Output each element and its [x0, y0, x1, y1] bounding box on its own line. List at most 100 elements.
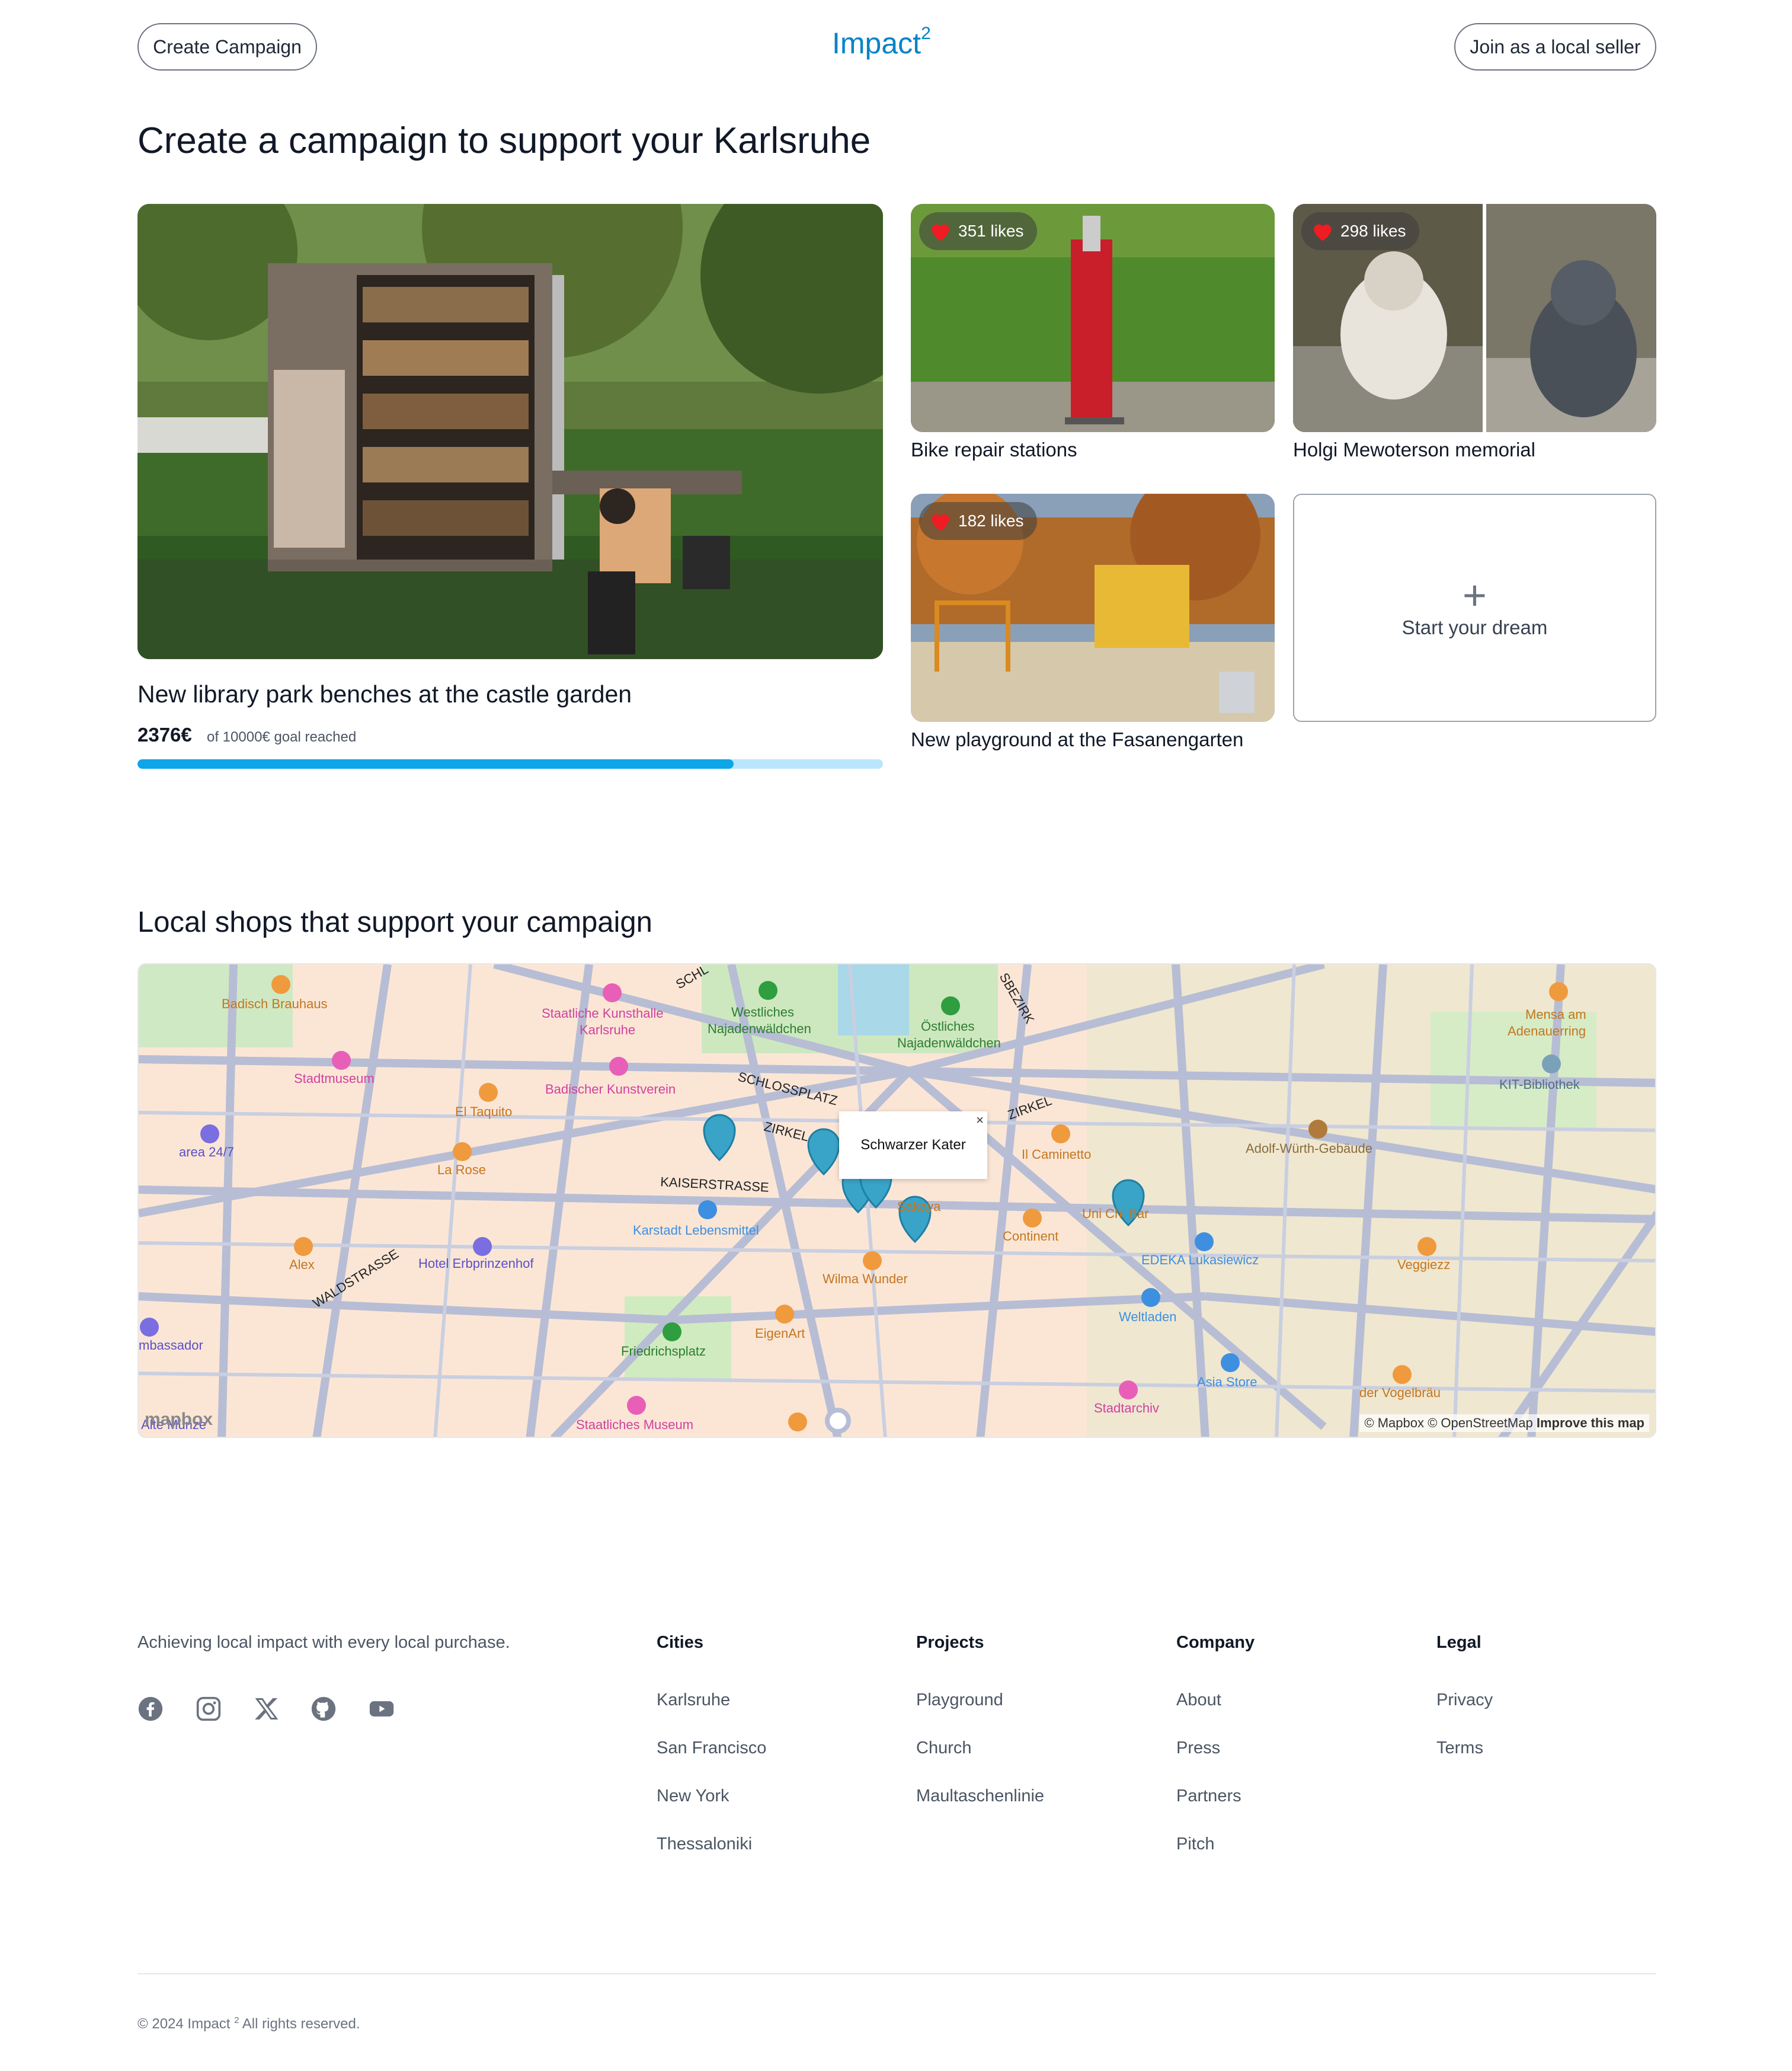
- map-label: El Taquito: [455, 1104, 512, 1119]
- map-label: Adolf-Würth-Gebäude: [1246, 1141, 1372, 1156]
- likes-badge[interactable]: 298 likes: [1301, 212, 1419, 250]
- map-label: Il Caminetto: [1022, 1147, 1091, 1162]
- goal-text: of 10000€ goal reached: [207, 729, 357, 745]
- facebook-icon[interactable]: [137, 1696, 164, 1722]
- map-label: der Vogelbräu: [1359, 1385, 1441, 1400]
- mapbox-logo[interactable]: mapbox: [145, 1410, 213, 1430]
- copyright: © 2024 Impact 2 All rights reserved.: [137, 2015, 360, 2032]
- campaign-card-playground[interactable]: 182 likes: [911, 494, 1275, 722]
- progress-fill: [137, 759, 734, 769]
- footer-link-thessaloniki[interactable]: Thessaloniki: [657, 1835, 752, 1854]
- map-label: Hotel Erbprinzenhof: [418, 1256, 534, 1271]
- footer-heading-projects: Projects: [916, 1633, 984, 1652]
- featured-campaign-image[interactable]: [137, 204, 883, 659]
- map-label: Wilma Wunder: [823, 1271, 908, 1286]
- map-label: Mensa am: [1525, 1007, 1586, 1022]
- card-caption-bike[interactable]: Bike repair stations: [911, 439, 1077, 461]
- campaign-card-bike[interactable]: 351 likes: [911, 204, 1275, 432]
- plus-icon: +: [1463, 571, 1487, 618]
- create-campaign-button[interactable]: Create Campaign: [137, 23, 317, 71]
- footer-heading-legal: Legal: [1436, 1633, 1481, 1652]
- footer-heading-cities: Cities: [657, 1633, 703, 1652]
- map-attribution[interactable]: © Mapbox © OpenStreetMap Improve this ma…: [1359, 1414, 1649, 1432]
- attribution-text[interactable]: © Mapbox © OpenStreetMap: [1364, 1415, 1532, 1430]
- heart-icon: [932, 224, 949, 241]
- likes-count: 351 likes: [958, 222, 1024, 240]
- map-popup: Schwarzer Kater ×: [839, 1111, 987, 1179]
- logo[interactable]: Impact2: [832, 24, 931, 60]
- card-caption-playground[interactable]: New playground at the Fasanengarten: [911, 728, 1243, 751]
- map-label: Asia Store: [1197, 1375, 1257, 1389]
- map-label: Westliches: [731, 1005, 794, 1019]
- github-icon[interactable]: [311, 1696, 337, 1722]
- popup-close-icon[interactable]: ×: [976, 1113, 984, 1128]
- footer-heading-company: Company: [1176, 1633, 1255, 1652]
- map-label: EDEKA Lukasiewicz: [1141, 1252, 1259, 1267]
- card-caption-memorial[interactable]: Holgi Mewoterson memorial: [1293, 439, 1535, 461]
- shops-section-title: Local shops that support your campaign: [137, 906, 652, 938]
- map-label: Adenauerring: [1508, 1024, 1586, 1038]
- likes-count: 182 likes: [958, 512, 1024, 530]
- map-label: Najadenwäldchen: [708, 1021, 811, 1036]
- map-label: area 24/7: [179, 1145, 234, 1159]
- copyright-prefix: © 2024 Impact: [137, 2016, 231, 2032]
- map-label: Badisch Brauhaus: [222, 996, 328, 1011]
- raised-amount: 2376€: [137, 724, 192, 746]
- map-label: KIT-Bibliothek: [1499, 1077, 1580, 1092]
- footer-link-new-york[interactable]: New York: [657, 1786, 729, 1806]
- map-label: Uni Chi Bar: [1082, 1206, 1148, 1221]
- footer-tagline: Achieving local impact with every local …: [137, 1633, 510, 1652]
- map-label: Stadtarchiv: [1094, 1401, 1159, 1415]
- likes-badge[interactable]: 182 likes: [919, 502, 1037, 540]
- footer-link-pitch[interactable]: Pitch: [1176, 1835, 1214, 1854]
- page-title: Create a campaign to support your Karlsr…: [137, 120, 871, 161]
- map-label: Staatliche Kunsthalle: [542, 1006, 663, 1021]
- logo-superscript: 2: [921, 24, 931, 44]
- heart-icon: [1314, 224, 1332, 241]
- footer-link-church[interactable]: Church: [916, 1738, 972, 1758]
- campaign-card-memorial[interactable]: 298 likes: [1293, 204, 1656, 432]
- map-label: Continent: [1003, 1229, 1058, 1244]
- footer-link-terms[interactable]: Terms: [1436, 1738, 1483, 1758]
- map-label: Stadtmuseum: [294, 1071, 375, 1086]
- footer-link-privacy[interactable]: Privacy: [1436, 1690, 1493, 1710]
- start-dream-card[interactable]: + Start your dream: [1293, 494, 1656, 722]
- footer-link-press[interactable]: Press: [1176, 1738, 1220, 1758]
- map-label: Karstadt Lebensmittel: [633, 1223, 759, 1238]
- likes-badge[interactable]: 351 likes: [919, 212, 1037, 250]
- start-dream-label: Start your dream: [1401, 616, 1548, 638]
- footer-link-about[interactable]: About: [1176, 1690, 1221, 1710]
- map-label: Najadenwäldchen: [897, 1036, 1001, 1050]
- copyright-suffix: All rights reserved.: [242, 2016, 360, 2032]
- copyright-superscript: 2: [234, 2015, 239, 2025]
- footer-link-san-francisco[interactable]: San Francisco: [657, 1738, 766, 1758]
- map-label: mbassador: [139, 1338, 203, 1353]
- footer-link-partners[interactable]: Partners: [1176, 1786, 1241, 1806]
- footer-link-karlsruhe[interactable]: Karlsruhe: [657, 1690, 730, 1710]
- improve-map-link[interactable]: Improve this map: [1537, 1415, 1644, 1430]
- youtube-icon[interactable]: [369, 1696, 395, 1722]
- map-label: Alex: [289, 1257, 315, 1272]
- library-photo: [137, 204, 883, 659]
- map-label: Veggiezz: [1397, 1257, 1450, 1272]
- map-label: Weltladen: [1119, 1309, 1176, 1324]
- map-label: EigenArt: [755, 1326, 805, 1341]
- map-label: Badischer Kunstverein: [545, 1082, 676, 1097]
- progress-bar: [137, 759, 883, 769]
- footer-link-playground[interactable]: Playground: [916, 1690, 1003, 1710]
- join-seller-button[interactable]: Join as a local seller: [1454, 23, 1656, 71]
- instagram-icon[interactable]: [196, 1696, 222, 1722]
- footer-link-maultaschenlinie[interactable]: Maultaschenlinie: [916, 1786, 1044, 1806]
- likes-count: 298 likes: [1340, 222, 1406, 240]
- shops-map[interactable]: Badisch Brauhaus Staatliche Kunsthalle K…: [137, 963, 1656, 1438]
- x-icon[interactable]: [254, 1696, 280, 1722]
- featured-campaign-title[interactable]: New library park benches at the castle g…: [137, 680, 632, 708]
- map-label: Karlsruhe: [580, 1022, 635, 1037]
- map-label: Friedrichsplatz: [621, 1344, 706, 1359]
- logo-text: Impact: [832, 27, 921, 60]
- map-label: Staatliches Museum: [576, 1417, 693, 1432]
- map-label: La Rose: [437, 1162, 486, 1177]
- footer-divider: [137, 1973, 1656, 1974]
- map-canvas[interactable]: Badisch Brauhaus Staatliche Kunsthalle K…: [139, 964, 1656, 1438]
- map-label: Östliches: [921, 1019, 974, 1034]
